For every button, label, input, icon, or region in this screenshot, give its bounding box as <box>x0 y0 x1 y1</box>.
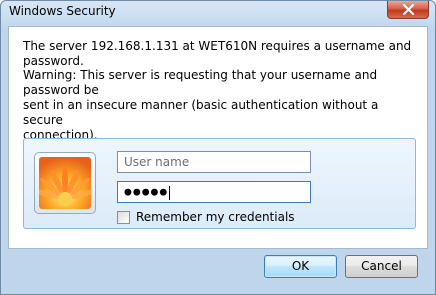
username-input[interactable]: User name <box>117 151 311 173</box>
window-title: Windows Security <box>9 4 116 18</box>
cancel-button[interactable]: Cancel <box>345 255 418 278</box>
password-mask: ●●●●● <box>124 187 169 198</box>
username-placeholder: User name <box>124 155 190 169</box>
warning-message: Warning: This server is requesting that … <box>23 68 379 142</box>
flower-user-tile-icon <box>39 157 91 209</box>
close-button[interactable] <box>387 1 429 19</box>
remember-checkbox[interactable] <box>117 211 130 224</box>
ok-button[interactable]: OK <box>264 255 337 278</box>
security-dialog: Windows Security The server 192.168.1.13… <box>0 0 436 295</box>
credential-tile: User name ●●●●● Remember my credentials <box>23 138 416 229</box>
dialog-body: The server 192.168.1.131 at WET610N requ… <box>8 26 428 249</box>
avatar <box>34 152 96 214</box>
title-bar: Windows Security <box>1 1 435 23</box>
text-caret <box>169 185 171 200</box>
remember-label: Remember my credentials <box>136 210 295 224</box>
close-icon <box>402 4 415 15</box>
password-input[interactable]: ●●●●● <box>117 181 311 203</box>
server-message: The server 192.168.1.131 at WET610N requ… <box>23 39 412 68</box>
